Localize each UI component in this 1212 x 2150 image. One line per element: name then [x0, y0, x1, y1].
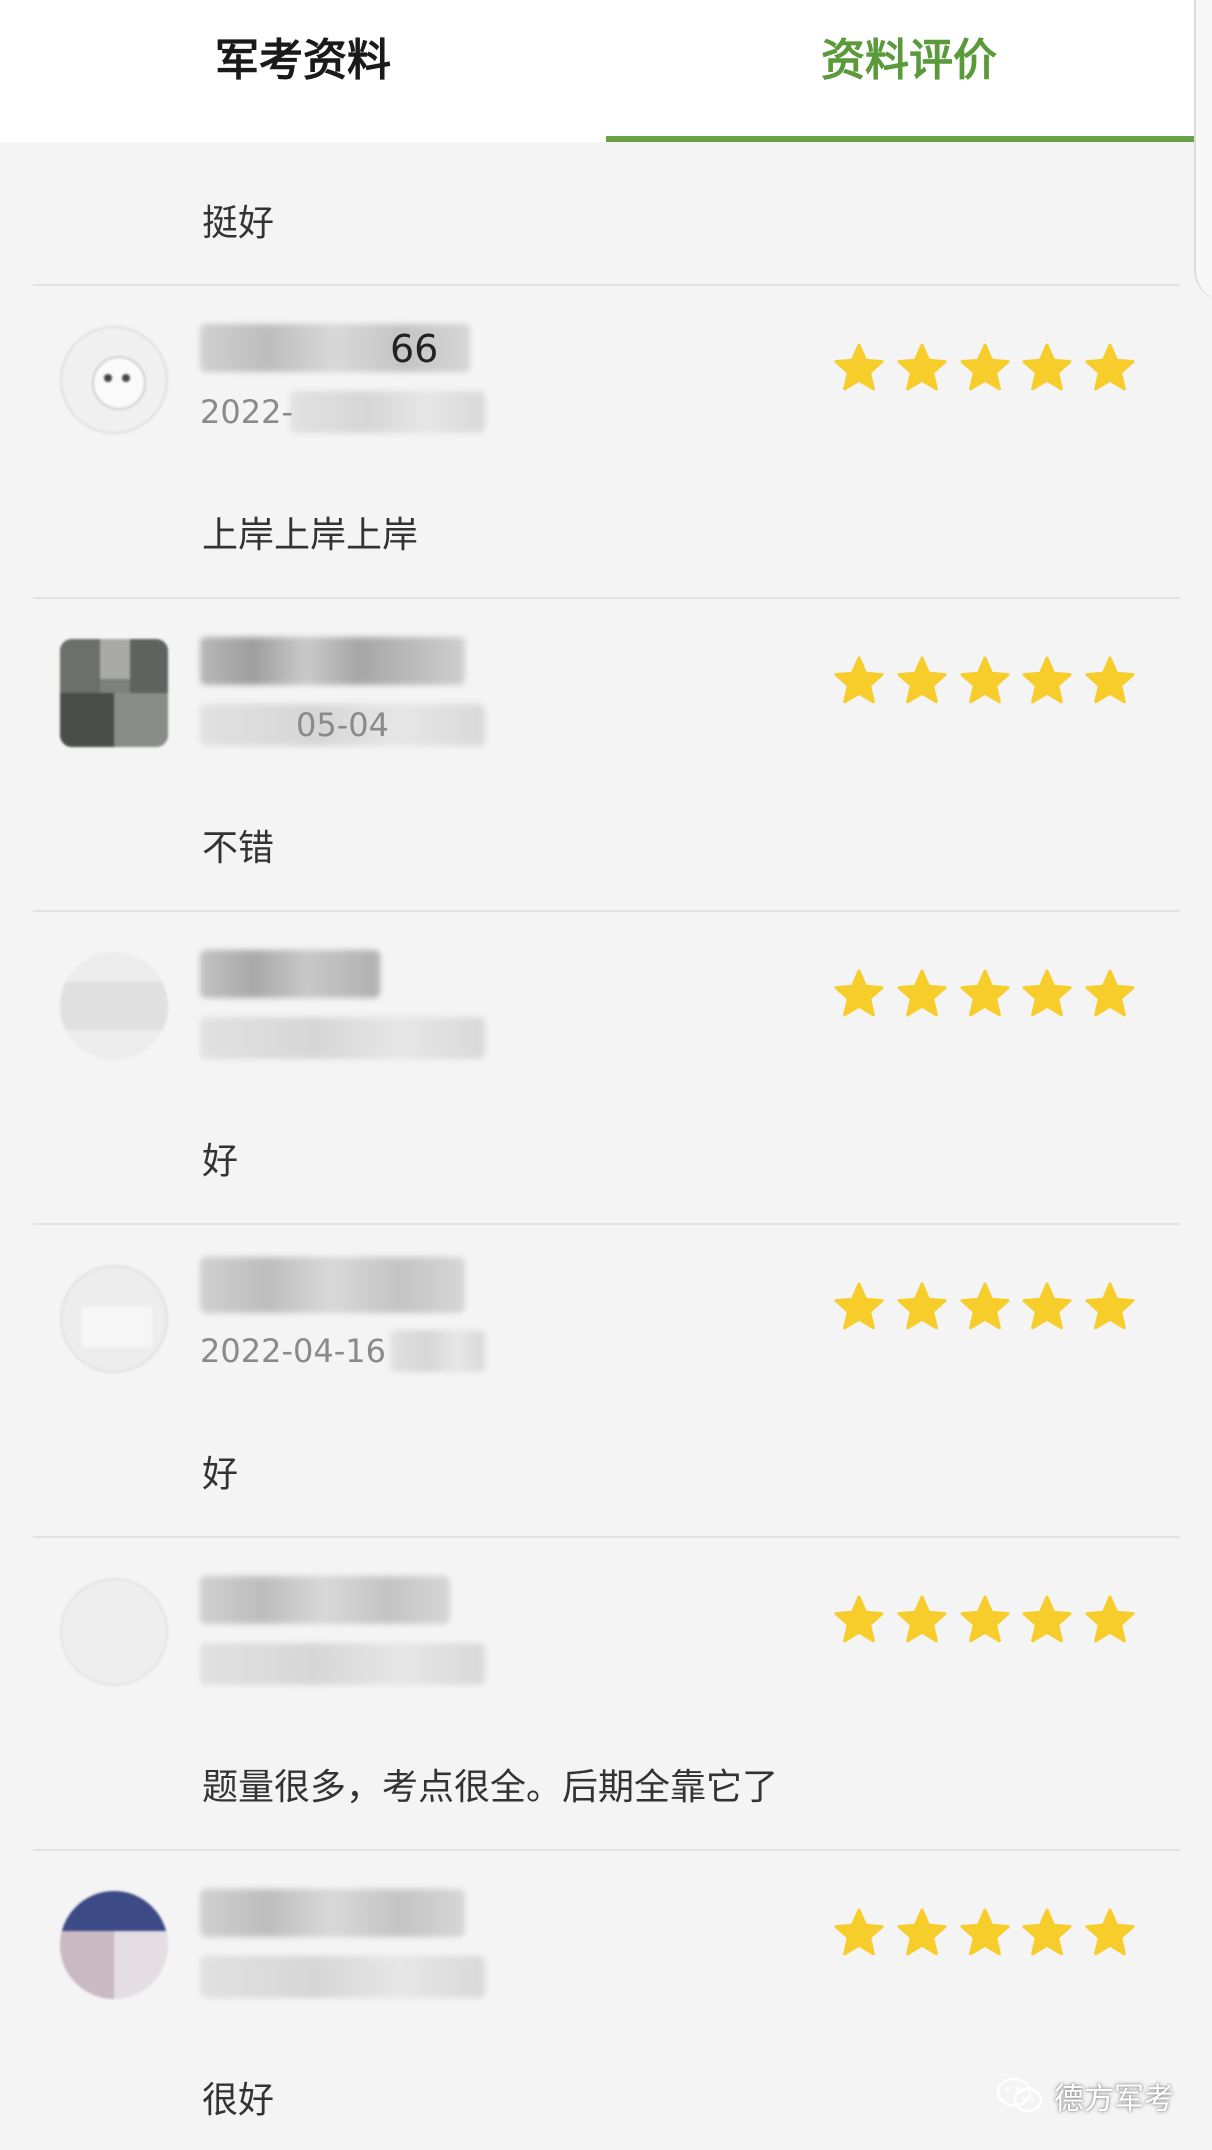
review-item: 66 2022- 上岸上岸上岸	[0, 286, 1212, 599]
wechat-icon	[996, 2076, 1044, 2116]
star-icon	[897, 656, 947, 704]
star-rating	[832, 1594, 1137, 1650]
review-item: 2022-04-16 好	[0, 1225, 1212, 1538]
star-icon	[1022, 1908, 1072, 1956]
review-comment: 好	[202, 1141, 239, 1182]
star-rating	[832, 1907, 1137, 1963]
star-icon	[897, 1282, 947, 1330]
avatar[interactable]	[60, 952, 168, 1060]
review-date	[200, 1017, 485, 1059]
star-icon	[834, 343, 884, 391]
review-comment: 好	[202, 1454, 239, 1495]
star-icon	[1085, 656, 1135, 704]
star-icon	[1022, 1595, 1072, 1643]
star-icon	[834, 1282, 884, 1330]
review-comment: 题量很多，考点很全。后期全靠它了	[202, 1767, 779, 1808]
review-item: 题量很多，考点很全。后期全靠它了	[0, 1538, 1212, 1851]
review-date	[200, 1643, 485, 1685]
star-icon	[1085, 1282, 1135, 1330]
review-date	[390, 1330, 485, 1372]
edge-swipe-handle[interactable]	[1194, 0, 1212, 300]
review-comment: 上岸上岸上岸	[202, 515, 419, 556]
star-icon	[897, 969, 947, 1017]
star-icon	[960, 1282, 1009, 1330]
star-rating	[832, 968, 1137, 1024]
star-icon	[1022, 969, 1072, 1017]
star-icon	[834, 656, 884, 704]
tab-reviews[interactable]: 资料评价	[606, 0, 1212, 142]
star-icon	[1085, 1908, 1135, 1956]
star-icon	[960, 343, 1009, 391]
star-icon	[1022, 343, 1072, 391]
star-icon	[834, 1595, 884, 1643]
star-icon	[897, 1595, 947, 1643]
review-item: 好	[0, 912, 1212, 1225]
review-comment: 很好	[202, 2080, 275, 2121]
reviewer-name	[200, 1889, 465, 1937]
star-icon	[960, 1908, 1009, 1956]
reviewer-name	[200, 637, 465, 685]
review-date-visible: 2022-04-16	[200, 1332, 386, 1370]
avatar[interactable]	[60, 639, 168, 747]
reviewer-name	[200, 950, 380, 998]
review-date-visible: 2022-	[200, 393, 293, 431]
star-icon	[960, 969, 1009, 1017]
star-icon	[834, 1908, 884, 1956]
avatar[interactable]	[60, 326, 168, 434]
avatar[interactable]	[60, 1578, 168, 1686]
star-icon	[834, 969, 884, 1017]
star-rating	[832, 655, 1137, 711]
reviewer-name	[200, 1576, 450, 1624]
star-icon	[897, 1908, 947, 1956]
star-rating	[832, 342, 1137, 398]
review-date-visible: 05-04	[296, 706, 389, 744]
star-rating	[832, 1281, 1137, 1337]
avatar[interactable]	[60, 1265, 168, 1373]
star-icon	[1085, 1595, 1135, 1643]
review-date	[290, 391, 485, 433]
star-icon	[897, 343, 947, 391]
star-icon	[1085, 343, 1135, 391]
review-comment: 挺好	[202, 203, 275, 244]
star-icon	[1022, 1282, 1072, 1330]
active-tab-indicator	[606, 136, 1212, 142]
tab-bar: 军考资料 资料评价	[0, 0, 1212, 142]
star-icon	[1022, 656, 1072, 704]
review-comment: 不错	[202, 828, 275, 869]
review-item: 05-04 不错	[0, 599, 1212, 912]
avatar[interactable]	[60, 1891, 168, 1999]
tab-materials[interactable]: 军考资料	[0, 0, 606, 142]
review-date	[200, 1956, 485, 1998]
review-page: 挺好 66 2022- 上岸上岸上岸 05-04 不错 好 2022-04-16…	[0, 0, 1212, 2150]
reviewer-name-visible: 66	[390, 327, 439, 371]
star-icon	[960, 1595, 1009, 1643]
watermark: 德方军考	[996, 2074, 1174, 2118]
star-icon	[1085, 969, 1135, 1017]
reviewer-name	[200, 1257, 465, 1313]
watermark-text: 德方军考	[1054, 2082, 1174, 2117]
star-icon	[960, 656, 1009, 704]
